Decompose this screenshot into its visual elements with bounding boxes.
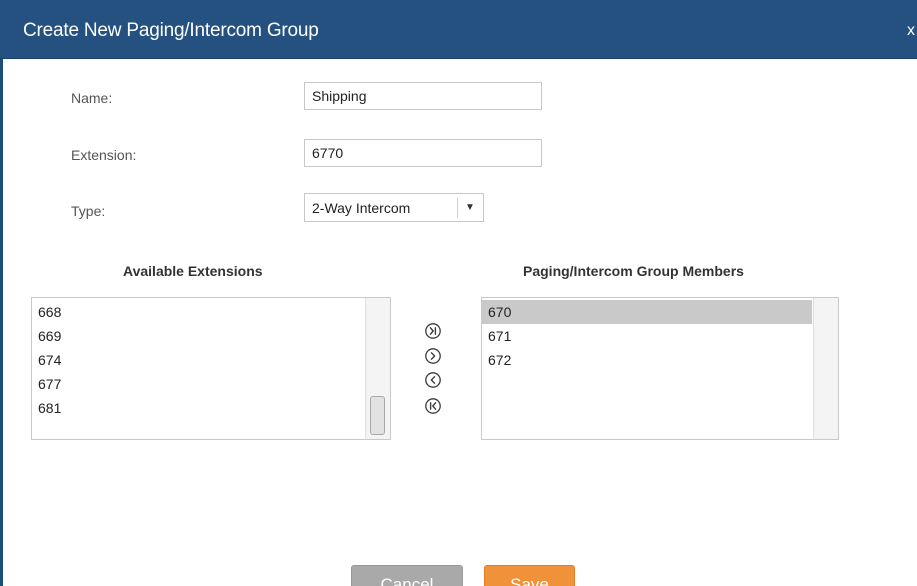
caret-down-icon[interactable]: ▼	[462, 200, 478, 216]
save-button[interactable]: Save	[484, 565, 575, 586]
group-members-title: Paging/Intercom Group Members	[523, 263, 744, 279]
name-input[interactable]	[304, 82, 542, 110]
available-extensions-title: Available Extensions	[123, 263, 263, 279]
members-scrollbar[interactable]	[813, 298, 838, 439]
group-members-list[interactable]: 670 671 672	[481, 297, 839, 440]
list-item[interactable]: 674	[32, 348, 364, 372]
scrollbar-thumb[interactable]	[370, 396, 385, 435]
dialog-title: Create New Paging/Intercom Group	[23, 20, 319, 41]
chevron-right-circle-icon[interactable]	[424, 347, 442, 365]
list-item[interactable]: 677	[32, 372, 364, 396]
extension-label: Extension:	[71, 147, 137, 163]
close-button[interactable]: x	[907, 20, 915, 42]
double-chevron-right-circle-icon[interactable]	[424, 322, 442, 340]
type-select[interactable]: 2-Way Intercom ▼	[304, 193, 484, 222]
list-item[interactable]: 669	[32, 324, 364, 348]
name-label: Name:	[71, 90, 113, 106]
available-scrollbar[interactable]	[365, 298, 390, 439]
list-item[interactable]: 681	[32, 396, 364, 420]
list-item[interactable]: 672	[482, 348, 812, 372]
list-item[interactable]: 668	[32, 300, 364, 324]
type-label: Type:	[71, 203, 106, 219]
extension-input[interactable]	[304, 139, 542, 167]
available-extensions-list[interactable]: 668 669 674 677 681	[31, 297, 391, 440]
cancel-button[interactable]: Cancel	[351, 565, 463, 586]
select-divider	[457, 198, 458, 218]
double-chevron-left-circle-icon[interactable]	[424, 397, 442, 415]
list-item[interactable]: 671	[482, 324, 812, 348]
chevron-left-circle-icon[interactable]	[424, 371, 442, 389]
type-selected-value: 2-Way Intercom	[312, 200, 411, 216]
dialog-titlebar: Create New Paging/Intercom Group x	[0, 0, 917, 59]
create-paging-group-dialog: Create New Paging/Intercom Group x Name:…	[0, 0, 917, 586]
list-item-selected[interactable]: 670	[482, 300, 812, 324]
